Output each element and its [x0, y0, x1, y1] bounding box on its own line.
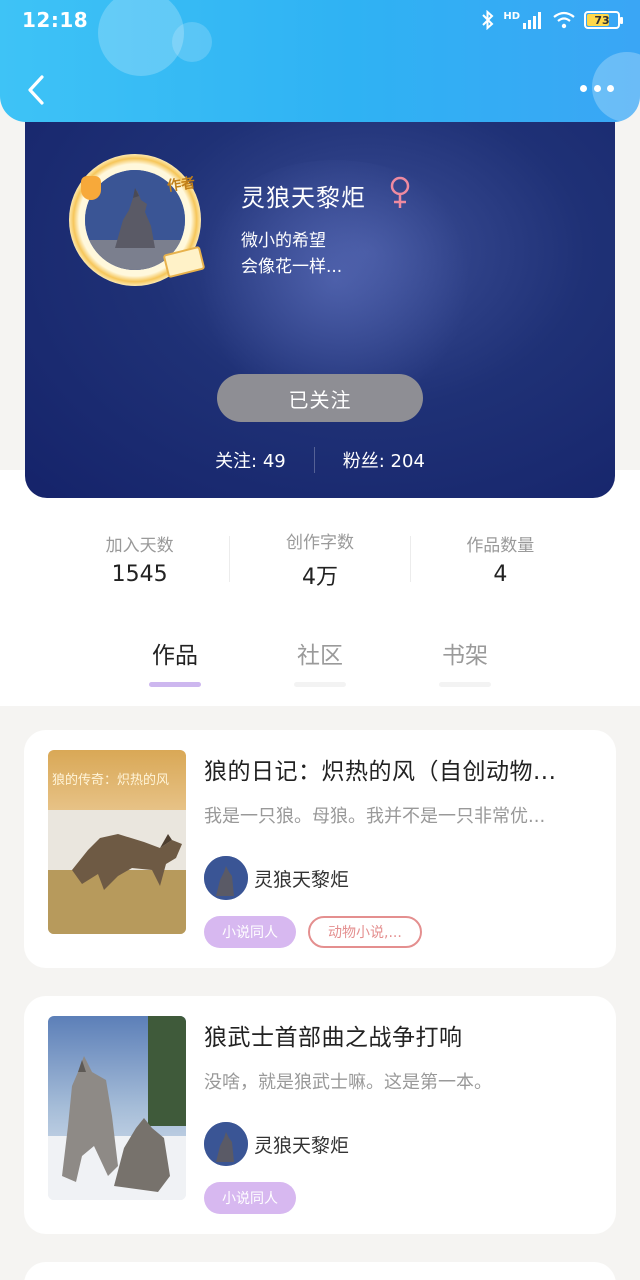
tab-label: 作品 [152, 643, 198, 669]
battery-icon: 73 [584, 11, 623, 29]
cover-title-text: 狼的传奇：炽热的风 [52, 772, 169, 788]
decor-bubble [98, 0, 184, 76]
status-icons: HD 73 [481, 8, 623, 32]
tab-works[interactable]: 作品 [125, 636, 225, 687]
tab-label: 书架 [442, 643, 488, 669]
tab-indicator [294, 682, 346, 687]
stats-card: 加入天数 1545 创作字数 4万 作品数量 4 [50, 498, 590, 620]
followers-count[interactable]: 粉丝: 204 [315, 447, 453, 473]
avatar[interactable]: 作者 [69, 154, 206, 286]
network-type-label: HD [503, 10, 520, 22]
tag-list: 小说同人 [204, 1182, 296, 1214]
tab-indicator [149, 682, 201, 687]
stat-word-count: 创作字数 4万 [230, 528, 409, 591]
signal-icon [523, 12, 541, 29]
tab-bookshelf[interactable]: 书架 [415, 636, 515, 687]
work-card[interactable]: 狼的传奇：炽热的风 狼的日记：炽热的风（自创动物... 我是一只狼。母狼。我并不… [24, 730, 616, 968]
author-badge: 作者 [166, 175, 197, 195]
book-title[interactable]: 狼武士首部曲之战争打响 [204, 1018, 594, 1052]
tag-list: 小说同人 动物小说,... [204, 916, 422, 948]
battery-level: 73 [594, 13, 610, 27]
author-name: 灵狼天黎炬 [254, 868, 350, 891]
back-button[interactable] [20, 72, 52, 108]
author-avatar [204, 856, 248, 900]
book-description: 我是一只狼。母狼。我并不是一只非常优... [204, 806, 546, 827]
profile-header: 作者 灵狼天黎炬 微小的希望 会像花一样... 已关注 关注: 49 粉丝: 2… [25, 100, 615, 498]
book-description: 没啥，就是狼武士嘛。这是第一本。 [204, 1072, 492, 1093]
wifi-icon [553, 11, 575, 29]
tab-community[interactable]: 社区 [270, 636, 370, 687]
dot [607, 84, 614, 92]
bio-line: 微小的希望 [241, 231, 326, 251]
genre-tag[interactable]: 小说同人 [204, 1182, 296, 1214]
genre-tag[interactable]: 小说同人 [204, 916, 296, 948]
follow-counts: 关注: 49 粉丝: 204 [25, 445, 615, 475]
chevron-left-icon [28, 75, 44, 105]
author-row[interactable]: 灵狼天黎炬 [204, 1122, 349, 1166]
status-time: 12:18 [22, 8, 89, 32]
stat-works-count: 作品数量 4 [411, 531, 590, 587]
follow-button[interactable]: 已关注 [217, 374, 423, 422]
bio-line: 会像花一样... [241, 257, 343, 277]
tab-label: 社区 [297, 643, 343, 669]
lamp-icon [81, 176, 101, 200]
genre-tag[interactable]: 动物小说,... [308, 916, 422, 948]
user-bio: 微小的希望 会像花一样... [241, 228, 342, 280]
cover-image-wolf-running: 狼的传奇：炽热的风 [48, 750, 186, 934]
book-cover[interactable]: 狼的传奇：炽热的风 [48, 750, 186, 934]
stat-label: 作品数量 [466, 536, 535, 556]
author-row[interactable]: 灵狼天黎炬 [204, 856, 349, 900]
top-app-bar: 12:18 HD 73 [0, 0, 640, 122]
book-cover[interactable] [48, 1016, 186, 1200]
stat-label: 加入天数 [105, 536, 174, 556]
female-icon [390, 176, 410, 208]
username: 灵狼天黎炬 [241, 184, 366, 212]
stat-value: 4 [493, 562, 508, 587]
more-options-button[interactable] [580, 78, 614, 98]
author-avatar [204, 1122, 248, 1166]
dot [580, 84, 587, 92]
cover-image-wolves [48, 1016, 186, 1200]
profile-tabs: 作品 社区 书架 [0, 636, 640, 692]
stat-label: 创作字数 [285, 532, 354, 553]
stat-value: 4万 [301, 564, 338, 590]
stat-join-days: 加入天数 1545 [50, 531, 229, 587]
work-card[interactable]: 狼武士首部曲之战争打响 没啥，就是狼武士嘛。这是第一本。 灵狼天黎炬 小说同人 [24, 996, 616, 1234]
decor-bubble [172, 22, 212, 62]
bluetooth-icon [482, 10, 494, 30]
tab-indicator [439, 682, 491, 687]
work-card-partial[interactable] [24, 1262, 616, 1280]
following-count[interactable]: 关注: 49 [187, 447, 314, 473]
author-name: 灵狼天黎炬 [254, 1134, 350, 1157]
book-title[interactable]: 狼的日记：炽热的风（自创动物... [204, 752, 594, 786]
dot [593, 84, 601, 92]
stat-value: 1545 [111, 562, 168, 587]
